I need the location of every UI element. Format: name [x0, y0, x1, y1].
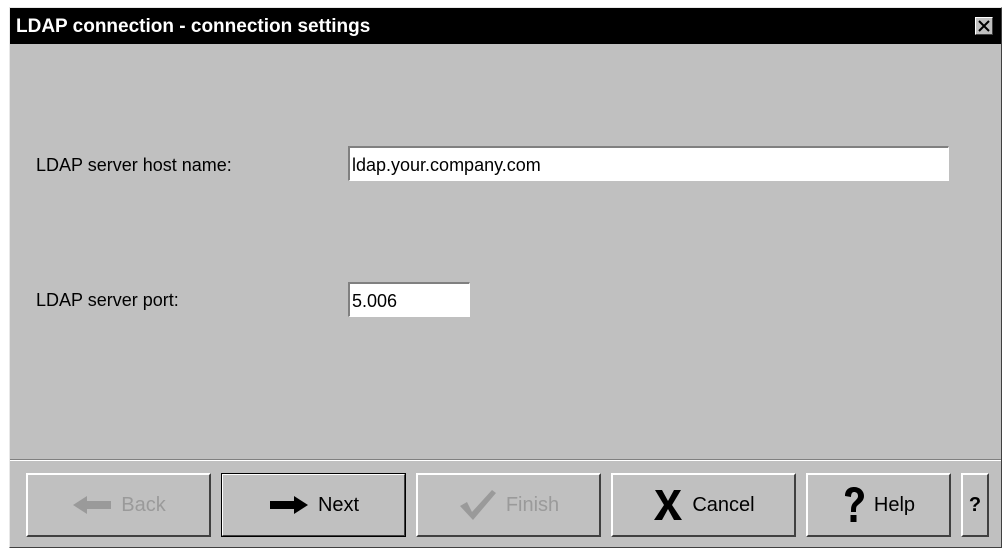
help-button-label: Help [873, 493, 916, 516]
host-name-input[interactable] [348, 146, 949, 181]
checkmark-icon [458, 488, 498, 522]
back-button-label: Back [121, 493, 166, 516]
back-button[interactable]: Back [26, 473, 211, 537]
whats-this-label: ? [968, 493, 982, 516]
question-mark-icon [842, 486, 866, 524]
arrow-left-icon [71, 494, 113, 516]
next-button-label: Next [317, 493, 360, 516]
close-button[interactable] [975, 17, 993, 35]
next-button[interactable]: Next [221, 473, 406, 537]
x-icon [652, 488, 684, 522]
title-bar[interactable]: LDAP connection - connection settings [10, 8, 1001, 44]
port-input[interactable] [348, 282, 470, 317]
close-icon [978, 20, 990, 32]
whats-this-button[interactable]: ? [961, 473, 989, 537]
arrow-right-icon [268, 494, 310, 516]
help-button[interactable]: Help [806, 473, 951, 537]
window-title: LDAP connection - connection settings [16, 16, 371, 37]
cancel-button[interactable]: Cancel [611, 473, 796, 537]
cancel-button-label: Cancel [692, 493, 755, 516]
finish-button[interactable]: Finish [416, 473, 601, 537]
dialog-window: LDAP connection - connection settings LD… [9, 7, 1002, 548]
host-name-label: LDAP server host name: [36, 155, 232, 175]
finish-button-label: Finish [505, 493, 560, 516]
port-label: LDAP server port: [36, 290, 179, 310]
button-separator [10, 459, 1001, 461]
